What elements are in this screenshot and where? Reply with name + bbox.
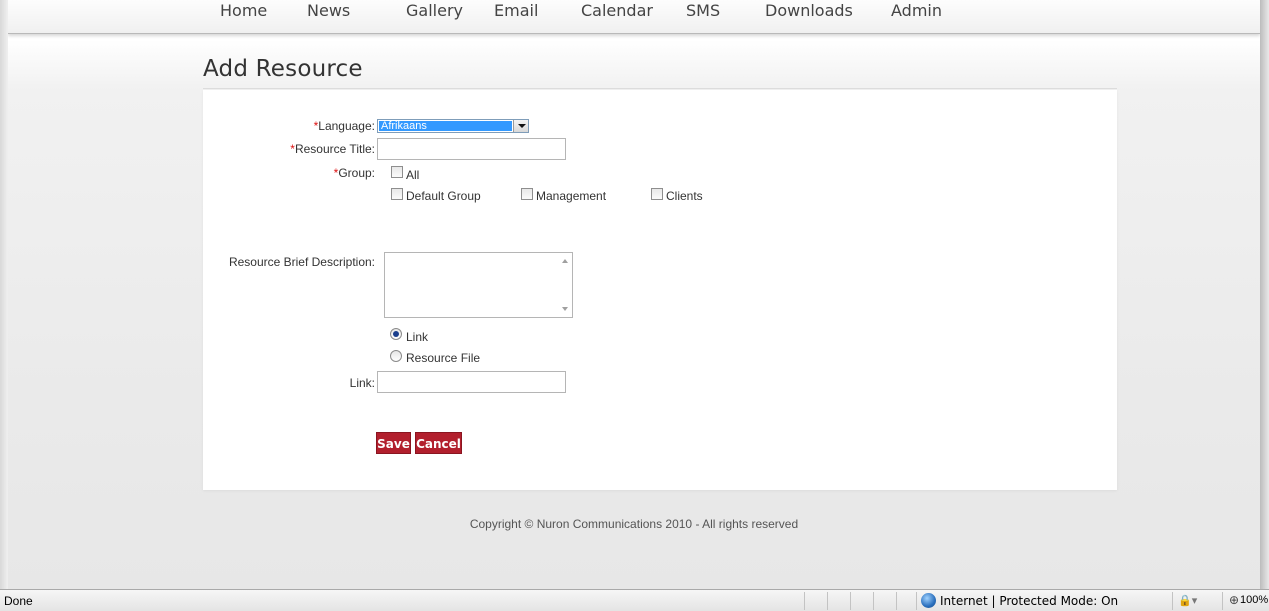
resource-title-input[interactable] xyxy=(377,138,566,160)
status-separator xyxy=(916,592,917,610)
status-separator xyxy=(873,592,874,610)
language-selected-value: Afrikaans xyxy=(379,121,512,131)
description-label: Resource Brief Description: xyxy=(228,255,375,269)
status-separator xyxy=(804,592,805,610)
lock-icon[interactable]: 🔒▾ xyxy=(1178,594,1197,607)
zoom-level[interactable]: 100% xyxy=(1240,594,1268,606)
language-label: *Language: xyxy=(313,119,375,133)
footer-copyright: Copyright © Nuron Communications 2010 - … xyxy=(469,517,799,531)
nav-downloads[interactable]: Downloads xyxy=(765,0,853,22)
group-all-label: All xyxy=(406,168,420,182)
group-default-label: Default Group xyxy=(406,189,481,203)
browser-window: Home News Gallery Email Calendar SMS Dow… xyxy=(0,0,1269,611)
resource-file-radio-label: Resource File xyxy=(406,351,481,365)
group-management-checkbox[interactable] xyxy=(521,188,533,200)
form-panel: *Language: Afrikaans *Resource Title: *G… xyxy=(203,90,1117,490)
nav-email[interactable]: Email xyxy=(494,0,538,22)
left-frame xyxy=(0,0,8,589)
language-select[interactable]: Afrikaans xyxy=(377,119,529,133)
nav-gallery[interactable]: Gallery xyxy=(406,0,463,22)
save-button[interactable]: Save xyxy=(376,432,411,454)
nav-sms[interactable]: SMS xyxy=(686,0,720,22)
top-navigation: Home News Gallery Email Calendar SMS Dow… xyxy=(8,0,1260,34)
group-management-label: Management xyxy=(536,189,607,203)
globe-icon xyxy=(921,593,936,608)
scroll-up-icon[interactable] xyxy=(562,259,568,263)
zoom-icon[interactable]: ⊕ xyxy=(1229,593,1239,607)
chevron-down-icon[interactable] xyxy=(513,120,528,132)
group-label: *Group: xyxy=(333,166,375,180)
nav-calendar[interactable]: Calendar xyxy=(581,0,653,22)
group-clients-checkbox[interactable] xyxy=(651,188,663,200)
page-title: Add Resource xyxy=(203,56,363,82)
link-label: Link: xyxy=(349,376,375,390)
security-zone-text[interactable]: Internet | Protected Mode: On xyxy=(940,594,1118,608)
nav-home[interactable]: Home xyxy=(220,0,267,22)
group-clients-label: Clients xyxy=(666,189,703,203)
page-content: Home News Gallery Email Calendar SMS Dow… xyxy=(8,0,1260,589)
cancel-button[interactable]: Cancel xyxy=(415,432,462,454)
link-radio-label: Link xyxy=(406,330,429,344)
resource-title-label: *Resource Title: xyxy=(290,142,375,156)
nav-news[interactable]: News xyxy=(307,0,350,22)
status-separator xyxy=(827,592,828,610)
description-scrollbar[interactable] xyxy=(556,253,572,317)
right-frame xyxy=(1260,0,1269,589)
status-text: Done xyxy=(4,594,33,608)
group-default-checkbox[interactable] xyxy=(391,188,403,200)
link-input[interactable] xyxy=(377,371,566,393)
status-separator xyxy=(896,592,897,610)
status-separator xyxy=(1172,592,1173,610)
group-all-checkbox[interactable] xyxy=(391,166,403,178)
nav-admin[interactable]: Admin xyxy=(891,0,942,22)
status-separator xyxy=(1222,592,1223,610)
link-radio[interactable] xyxy=(390,328,402,340)
status-separator xyxy=(850,592,851,610)
description-textarea[interactable] xyxy=(384,252,573,318)
resource-file-radio[interactable] xyxy=(390,350,402,362)
title-divider xyxy=(203,88,1117,89)
status-bar: Done Internet | Protected Mode: On 🔒▾ ⊕ … xyxy=(0,589,1269,611)
scroll-down-icon[interactable] xyxy=(562,307,568,311)
